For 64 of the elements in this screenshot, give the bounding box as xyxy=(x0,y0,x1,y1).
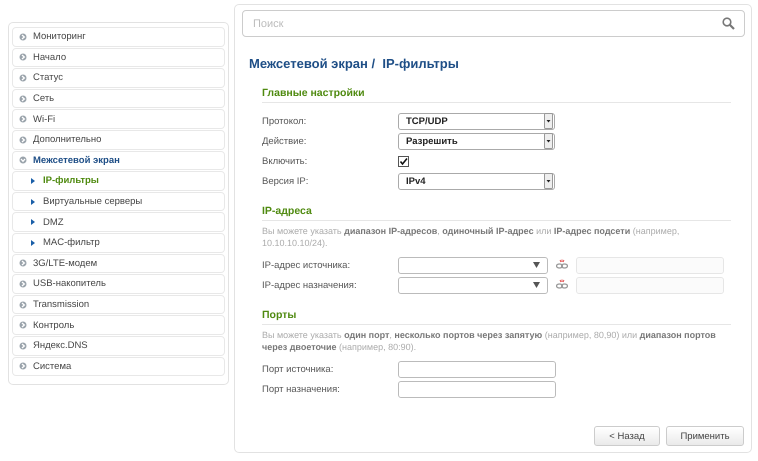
expand-icon xyxy=(19,300,27,309)
field-label: Порт источника: xyxy=(262,364,334,374)
expand-icon xyxy=(19,321,27,330)
chevron-icon xyxy=(31,240,35,246)
hint-text: Вы можете указать диапазон IP-адресов, одиночный IP-адрес или IP-адрес подсети (например, 10.10.10.10/24). xyxy=(262,225,680,249)
menu-item[interactable]: Контроль xyxy=(12,315,225,335)
expand-icon xyxy=(19,74,27,82)
menu-item[interactable]: 3G/LTE-модем xyxy=(12,254,225,274)
field-label: Порт назначения: xyxy=(262,384,341,394)
menu-item[interactable]: Система xyxy=(12,356,225,376)
expand-icon xyxy=(19,94,27,103)
menu-item[interactable]: Статус xyxy=(12,68,225,88)
menu-item[interactable]: Яндекс.DNS xyxy=(12,336,225,356)
search-icon[interactable] xyxy=(722,17,735,30)
dropdown[interactable] xyxy=(398,256,548,274)
section-heading: Порты xyxy=(262,309,731,325)
menu-item[interactable]: Мониторинг xyxy=(12,27,225,47)
menu-item[interactable]: Начало xyxy=(12,48,225,68)
broken-link-icon[interactable] xyxy=(556,259,568,271)
section-heading: Главные настройки xyxy=(262,87,731,103)
submenu-item[interactable]: IP-фильтры xyxy=(12,171,225,191)
action-button[interactable]: < Назад xyxy=(594,426,660,446)
chevron-icon xyxy=(31,178,35,184)
expand-icon xyxy=(19,362,27,370)
menu-item[interactable]: Wi-Fi xyxy=(12,109,225,129)
dropdown-arrow-icon xyxy=(533,262,540,268)
expand-icon xyxy=(19,115,27,124)
chevron-icon xyxy=(31,219,35,226)
menu-item[interactable]: Межсетевой экран xyxy=(12,150,225,170)
dropdown[interactable]: IPv4 xyxy=(398,172,555,190)
field-label: Включить: xyxy=(262,156,308,166)
dropdown[interactable]: TCP/UDP xyxy=(398,112,555,130)
submenu-item[interactable]: MAC-фильтр xyxy=(12,232,225,253)
search-field[interactable]: Поиск xyxy=(242,10,745,37)
submenu-item[interactable]: DMZ xyxy=(12,212,225,232)
dropdown-arrow-icon xyxy=(533,282,540,288)
field-label: Действие: xyxy=(262,136,308,146)
menu-item[interactable]: Transmission xyxy=(12,294,225,314)
hint-text: Вы можете указать один порт, несколько портов через запятую (например, 80,90) или диапазон портов через двоеточие (например, 80:90). xyxy=(262,329,717,353)
field-label: Версия IP: xyxy=(262,176,310,186)
section-heading: IP-адреса xyxy=(262,205,731,221)
expand-icon xyxy=(19,342,27,350)
expand-icon xyxy=(19,53,27,62)
collapse-icon xyxy=(19,156,27,164)
action-button[interactable]: Применить xyxy=(666,426,744,446)
menu-item[interactable]: Сеть xyxy=(12,88,225,108)
dropdown[interactable] xyxy=(398,276,548,294)
menu-item[interactable]: Дополнительно xyxy=(12,130,225,150)
field-label: IP-адрес назначения: xyxy=(262,280,358,290)
expand-icon xyxy=(19,259,27,268)
page-title: Межсетевой экран / IP-фильтры xyxy=(249,56,460,71)
checkbox[interactable] xyxy=(398,156,409,166)
dropdown[interactable]: Разрешить xyxy=(398,132,555,150)
broken-link-icon[interactable] xyxy=(556,279,568,291)
input-field[interactable] xyxy=(398,360,556,378)
input-field[interactable] xyxy=(398,380,556,398)
submenu-item[interactable]: Виртуальные серверы xyxy=(12,192,225,212)
expand-icon xyxy=(19,32,27,41)
expand-icon xyxy=(19,280,27,288)
menu-item[interactable]: USB-накопитель xyxy=(12,274,225,294)
expand-icon xyxy=(19,136,27,144)
field-label: Протокол: xyxy=(262,116,308,126)
chevron-icon xyxy=(31,198,35,205)
field-label: IP-адрес источника: xyxy=(262,260,352,270)
